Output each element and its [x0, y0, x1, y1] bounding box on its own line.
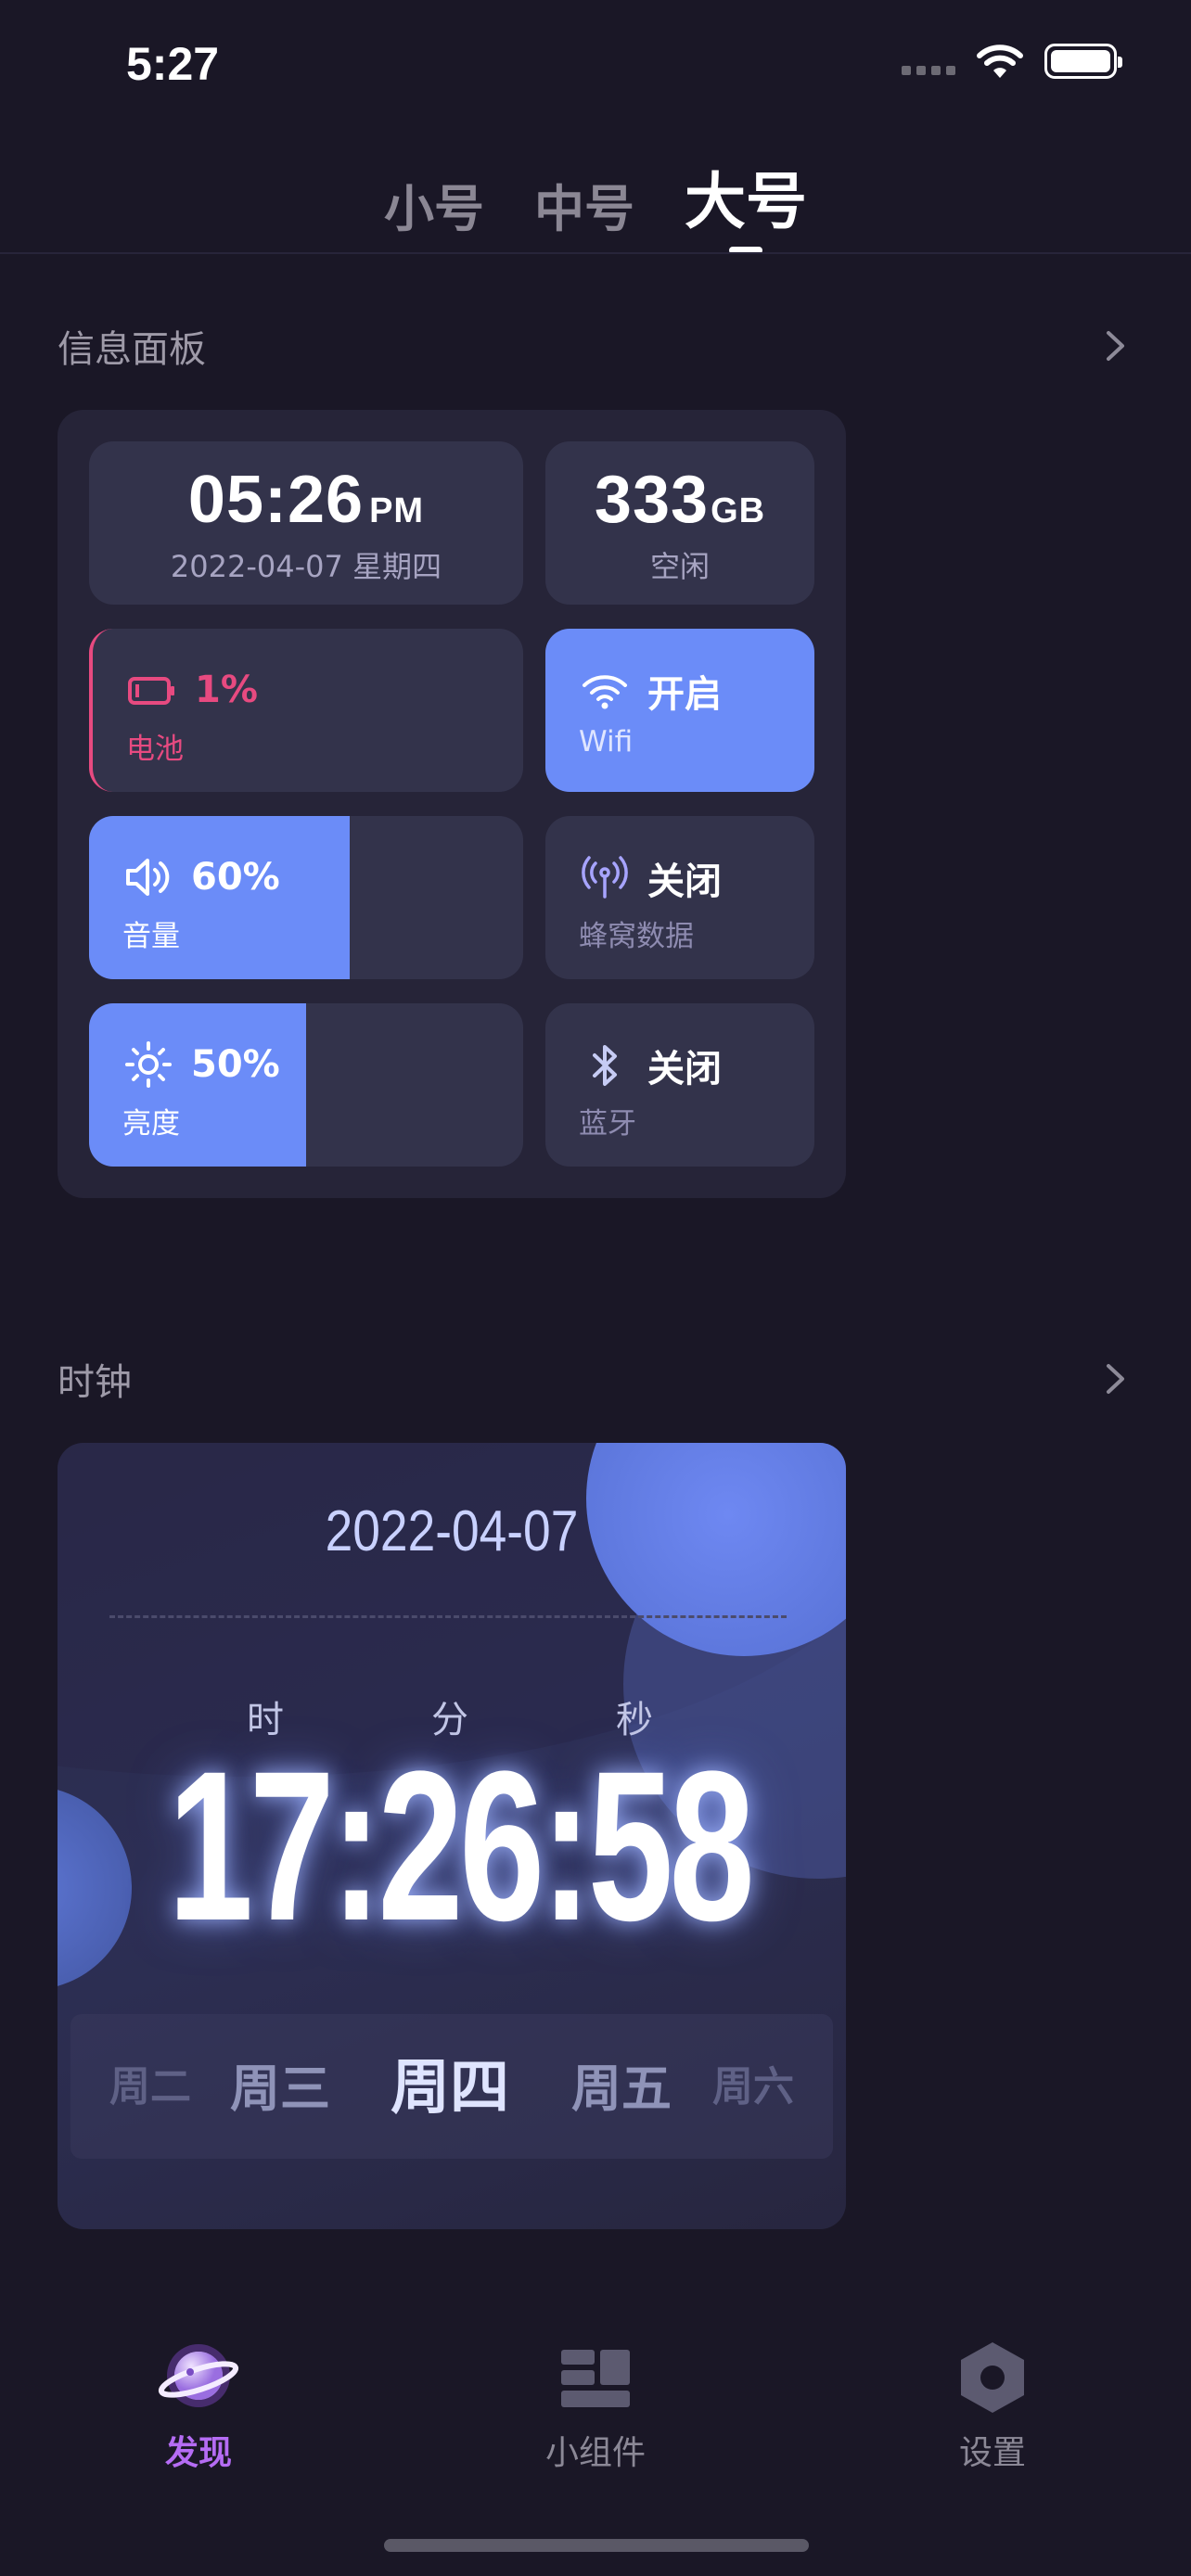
tab-medium[interactable]: 中号: [534, 168, 634, 241]
brightness-value: 50%: [191, 1043, 280, 1086]
planet-icon: [158, 2344, 239, 2407]
cellular-signal-icon: [902, 47, 955, 75]
battery-icon: [128, 677, 174, 705]
widgets-icon: [561, 2350, 630, 2407]
tab-small[interactable]: 小号: [384, 168, 484, 241]
tab-discover[interactable]: 发现: [106, 2337, 291, 2474]
storage-label: 空闲: [649, 549, 710, 584]
info-section-header[interactable]: 信息面板: [58, 319, 1133, 373]
clock-time: 17:26:58: [168, 1727, 755, 1965]
clock-section-header[interactable]: 时钟: [58, 1352, 1133, 1406]
volume-value: 60%: [191, 856, 280, 899]
status-icons: [902, 43, 1122, 80]
wifi-tile[interactable]: 开启 Wifi: [545, 629, 814, 792]
brightness-row: 50%: [122, 1039, 280, 1090]
brightness-tile[interactable]: 50% 亮度: [89, 1003, 523, 1167]
storage-value-row: 333GB: [545, 462, 814, 538]
weekday-item: 周二: [109, 2063, 191, 2111]
chevron-right-icon[interactable]: [1096, 1360, 1133, 1397]
tab-label: 设置: [958, 2434, 1026, 2472]
storage-unit: GB: [711, 491, 766, 530]
volume-tile[interactable]: 60% 音量: [89, 816, 523, 979]
status-time: 5:27: [126, 38, 220, 90]
bluetooth-icon: [593, 1045, 617, 1086]
weekday-strip: 周二 周三 周四 周五 周六: [70, 2014, 833, 2159]
battery-value: 1%: [195, 669, 258, 711]
weekday-current: 周四: [391, 2054, 509, 2123]
wifi-value: 开启: [647, 673, 722, 716]
battery-row: 1%: [126, 664, 258, 716]
battery-status-icon: [1044, 44, 1122, 79]
weekday-item: 周五: [571, 2060, 672, 2118]
bluetooth-label: 蓝牙: [579, 1107, 636, 1141]
antenna-icon: [582, 856, 628, 899]
cellular-label: 蜂窝数据: [579, 920, 694, 953]
time-tile: 05:26 PM 2022-04-07 星期四: [89, 441, 523, 605]
cellular-value: 关闭: [647, 861, 722, 903]
cellular-row: 关闭: [579, 851, 722, 905]
wifi-status-icon: [977, 45, 1023, 78]
battery-tile: 1% 电池: [89, 629, 523, 792]
cellular-tile[interactable]: 关闭 蜂窝数据: [545, 816, 814, 979]
volume-row: 60%: [122, 851, 280, 903]
time-value-row: 05:26 PM: [89, 462, 523, 538]
chevron-right-icon[interactable]: [1096, 327, 1133, 364]
tab-widgets[interactable]: 小组件: [503, 2337, 688, 2474]
decor-blob: [58, 1786, 132, 1990]
bluetooth-tile[interactable]: 关闭 蓝牙: [545, 1003, 814, 1167]
speaker-icon: [126, 859, 170, 896]
time-value: 05:26: [187, 463, 365, 537]
storage-tile: 333GB 空闲: [545, 441, 814, 605]
wifi-icon: [583, 675, 627, 709]
sun-icon: [125, 1041, 172, 1088]
info-panel-widget[interactable]: 05:26 PM 2022-04-07 星期四 333GB 空闲 1% 电池 开启…: [58, 410, 846, 1198]
wifi-row: 开启: [579, 664, 722, 718]
bluetooth-row: 关闭: [579, 1039, 722, 1092]
tab-label: 小组件: [544, 2434, 646, 2472]
tab-label: 发现: [164, 2434, 232, 2472]
brightness-label: 亮度: [122, 1107, 180, 1141]
section-title: 信息面板: [58, 328, 206, 371]
weekday-item: 周六: [712, 2063, 794, 2111]
clock-widget[interactable]: 2022-04-07 时 分 秒 17:26:58 周二 周三 周四 周五 周六: [58, 1443, 846, 2229]
tab-settings[interactable]: 设置: [900, 2337, 1085, 2474]
bluetooth-value: 关闭: [647, 1048, 722, 1090]
home-indicator[interactable]: [384, 2539, 809, 2552]
settings-hex-icon: [961, 2342, 1024, 2413]
storage-value: 333: [594, 463, 710, 537]
dashed-divider: [109, 1615, 787, 1618]
clock-date: 2022-04-07: [325, 1499, 579, 1563]
weekday-item: 周三: [230, 2060, 330, 2118]
time-meridiem: PM: [369, 491, 425, 530]
date-text: 2022-04-07 星期四: [170, 549, 442, 584]
volume-label: 音量: [122, 920, 180, 953]
wifi-label: Wifi: [579, 725, 634, 759]
size-tabs: 小号 中号 大号: [0, 152, 1191, 254]
header-divider: [0, 252, 1191, 254]
battery-label: 电池: [126, 733, 184, 766]
tab-large[interactable]: 大号: [685, 152, 807, 254]
section-title: 时钟: [58, 1361, 132, 1404]
